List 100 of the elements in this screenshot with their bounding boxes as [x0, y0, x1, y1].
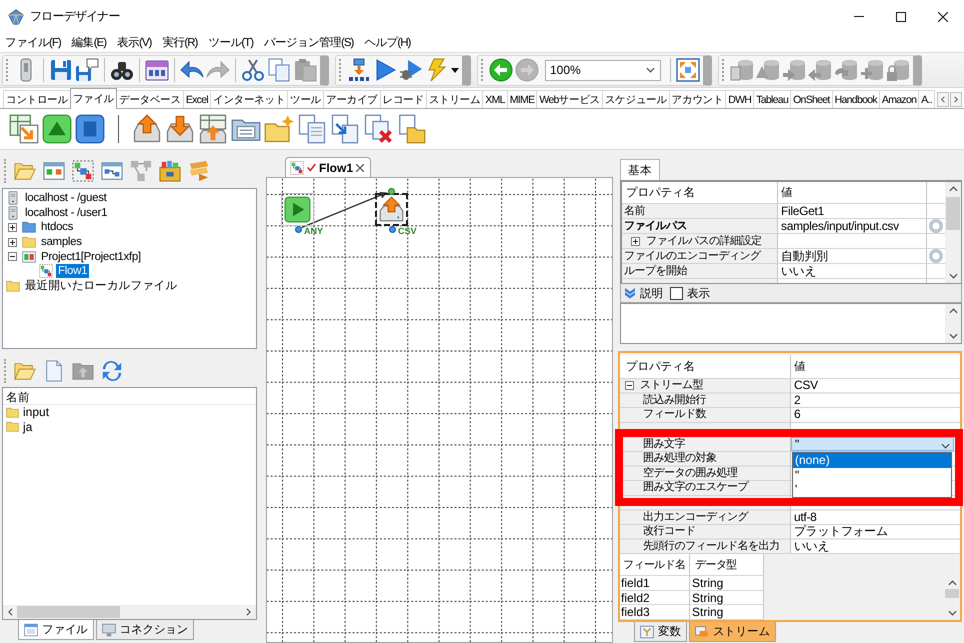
panel-tab[interactable]: ストリーム [688, 622, 776, 642]
scroll-up-icon[interactable] [948, 580, 956, 586]
stop-icon[interactable] [75, 114, 105, 144]
flow-icon [39, 264, 53, 278]
toolbar-grip[interactable] [339, 59, 342, 81]
double-chevron-icon[interactable] [624, 287, 636, 299]
copy-icon[interactable] [267, 58, 291, 82]
property-name: 空データの囲み処理 [643, 466, 738, 480]
menu-item[interactable]: 編集(E) [66, 35, 112, 50]
document-tab[interactable]: Flow1 [285, 157, 372, 177]
expand-icon[interactable] [8, 222, 16, 232]
panel-tab[interactable]: コネクション [96, 620, 194, 640]
scroll-right-icon[interactable] [246, 608, 251, 616]
scrollbar-thumb[interactable] [17, 606, 120, 618]
zoom-combo[interactable]: 100% [545, 60, 661, 80]
panel-tab[interactable]: 変数 [634, 622, 687, 642]
toolbar-grip[interactable] [722, 59, 725, 81]
table-cell: field2 [620, 590, 690, 606]
file-delete-icon[interactable] [363, 114, 393, 144]
palette-tab[interactable]: A.. [918, 90, 935, 108]
table-cell: String [690, 605, 764, 620]
calendar-icon[interactable] [145, 58, 169, 82]
property-name: ループを開始 [624, 264, 687, 278]
menu-item[interactable]: ヘルプ(H) [359, 35, 416, 50]
table-arrow-icon[interactable] [9, 114, 39, 144]
ring-icon[interactable] [929, 219, 943, 233]
tree-item[interactable]: localhost - /guest [23, 191, 109, 206]
tree-item[interactable]: Flow1 [56, 264, 90, 278]
table-upload-icon[interactable] [198, 114, 228, 144]
bug-play-icon[interactable] [399, 58, 423, 82]
column-header[interactable]: 名前 [3, 388, 256, 405]
scrollbar[interactable] [945, 304, 961, 343]
scroll-down-icon[interactable] [948, 333, 958, 339]
scroll-right-button[interactable] [950, 92, 962, 106]
scroll-up-icon[interactable] [948, 186, 958, 192]
folder-icon [6, 420, 19, 434]
scroll-down-icon[interactable] [948, 610, 956, 616]
new-file-icon[interactable] [43, 360, 65, 382]
file-name[interactable]: input [23, 405, 50, 420]
scissors-icon[interactable] [241, 58, 265, 82]
caret-icon[interactable] [451, 68, 459, 72]
expand-icon[interactable] [631, 236, 640, 246]
tree-item[interactable]: 最近開いたローカルファイル [23, 278, 180, 293]
window-icon[interactable] [43, 160, 65, 182]
dropdown-field[interactable]: " [791, 437, 954, 451]
menu-item[interactable]: 実行(R) [157, 35, 204, 50]
close-icon[interactable] [938, 12, 948, 22]
expand-icon[interactable] [8, 238, 16, 247]
menu-item[interactable]: バージョン管理(S) [259, 35, 360, 50]
panel-tab[interactable]: ファイル [18, 620, 94, 640]
ring-icon[interactable] [929, 249, 943, 263]
toolbar-grip[interactable] [481, 59, 484, 81]
scroll-left-icon[interactable] [8, 608, 13, 616]
scrollbar[interactable] [3, 605, 256, 619]
stack-icon[interactable] [188, 160, 210, 182]
checkbox[interactable] [670, 286, 683, 300]
flow-node[interactable] [375, 193, 408, 226]
fit-screen-icon[interactable] [676, 58, 700, 82]
file-copy-icon[interactable] [297, 114, 327, 144]
dropdown-option[interactable]: (none) [793, 453, 951, 468]
maximize-icon[interactable] [896, 12, 906, 22]
scrollbar-thumb[interactable] [946, 197, 960, 230]
menu-item[interactable]: ツール(T) [203, 35, 260, 50]
file-folder-icon[interactable] [396, 114, 426, 144]
description-field[interactable] [620, 303, 962, 344]
tree-item[interactable]: Project1[Project1xfp] [39, 250, 143, 264]
save-as-icon[interactable] [75, 58, 99, 82]
start-icon[interactable] [42, 114, 72, 144]
scroll-left-button[interactable] [937, 92, 949, 106]
toolbar-grip[interactable] [4, 158, 7, 182]
tree-item[interactable]: samples [39, 235, 84, 250]
file-move-icon[interactable] [330, 114, 360, 144]
toolbar-grip[interactable] [4, 359, 7, 383]
properties-tab[interactable]: 基本 [620, 159, 660, 180]
toolbar-grip[interactable] [6, 59, 9, 81]
tray-download-icon[interactable] [165, 114, 195, 144]
flow-window-icon[interactable] [101, 160, 123, 182]
file-name[interactable]: ja [23, 420, 32, 434]
palette-tab[interactable]: コントロール [3, 90, 71, 108]
folder-open-icon[interactable] [14, 360, 36, 382]
tray-upload-icon[interactable] [132, 114, 162, 144]
save-icon[interactable] [49, 58, 73, 82]
tree-item[interactable]: htdocs [39, 220, 76, 234]
scrollbar-thumb[interactable] [945, 589, 959, 598]
flow-icon[interactable] [72, 160, 94, 182]
collapse-icon[interactable] [8, 252, 16, 262]
collapse-icon[interactable] [625, 381, 634, 390]
new-folder-icon[interactable] [264, 114, 294, 144]
scroll-down-icon[interactable] [948, 273, 958, 279]
scroll-up-icon[interactable] [948, 308, 958, 314]
refresh-icon[interactable] [101, 360, 123, 382]
close-icon[interactable] [356, 164, 364, 172]
tree-item[interactable]: localhost - /user1 [23, 206, 110, 220]
menu-item[interactable]: 表示(V) [112, 35, 158, 50]
stream-icon [694, 624, 709, 638]
checkbox-label[interactable]: 表示 [687, 286, 710, 300]
palette-tab[interactable]: ファイル [70, 88, 118, 109]
toolbox-icon[interactable] [159, 160, 181, 182]
menu-item[interactable]: ファイル(F) [0, 35, 67, 50]
step-run-icon[interactable] [347, 58, 371, 82]
